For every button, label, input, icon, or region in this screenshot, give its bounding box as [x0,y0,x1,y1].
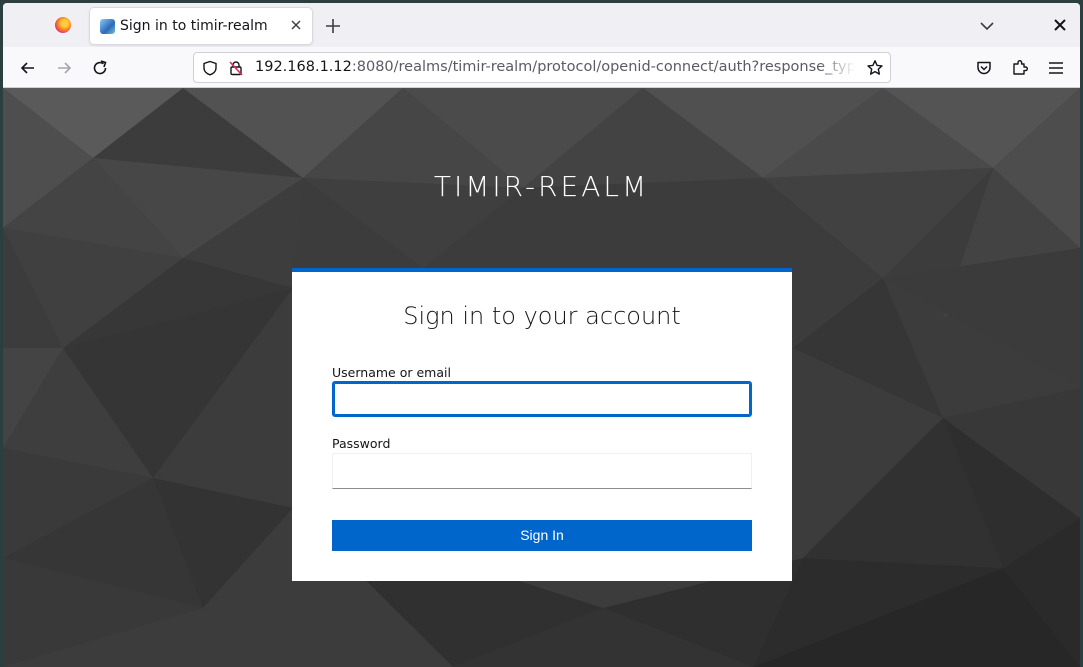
new-tab-plus-icon[interactable] [323,16,343,36]
chevron-down-icon[interactable] [978,17,996,35]
sign-in-button[interactable]: Sign In [332,520,752,551]
browser-window: Sign in to timir-realm 192.168.1.12:8080… [3,3,1080,667]
tab-active[interactable]: Sign in to timir-realm [90,8,312,44]
tab-title: Sign in to timir-realm [120,18,268,34]
url-bar[interactable]: 192.168.1.12:8080/realms/timir-realm/pro… [193,52,891,83]
keycloak-favicon-icon [100,19,115,34]
password-label: Password [332,436,391,451]
username-input[interactable] [332,381,752,417]
url-host: 192.168.1.12 [255,59,352,75]
url-text[interactable]: 192.168.1.12:8080/realms/timir-realm/pro… [255,59,855,75]
realm-title: TIMIR-REALM [433,170,650,203]
tab-bar: Sign in to timir-realm [3,3,1080,47]
bookmark-star-icon[interactable] [866,59,884,77]
hamburger-menu-icon[interactable] [1047,59,1065,77]
username-label: Username or email [332,365,451,380]
firefox-logo-icon[interactable] [55,17,71,33]
close-tab-icon[interactable] [288,17,304,33]
login-page: TIMIR-REALM Sign in to your account User… [3,88,1080,667]
card-title: Sign in to your account [403,302,681,330]
login-card: Sign in to your account Username or emai… [292,268,792,581]
shield-icon[interactable] [202,60,218,76]
window-close-icon[interactable] [1052,17,1068,33]
lock-strikethrough-icon[interactable] [228,60,244,76]
navigation-bar: 192.168.1.12:8080/realms/timir-realm/pro… [3,47,1080,88]
pocket-icon[interactable] [975,59,993,77]
forward-arrow-icon[interactable] [55,59,73,77]
extensions-puzzle-icon[interactable] [1011,59,1029,77]
back-arrow-icon[interactable] [19,59,37,77]
os-window: Sign in to timir-realm 192.168.1.12:8080… [0,0,1083,667]
url-path: :8080/realms/timir-realm/protocol/openid… [351,59,855,75]
password-input[interactable] [332,453,752,489]
reload-icon[interactable] [91,59,109,77]
